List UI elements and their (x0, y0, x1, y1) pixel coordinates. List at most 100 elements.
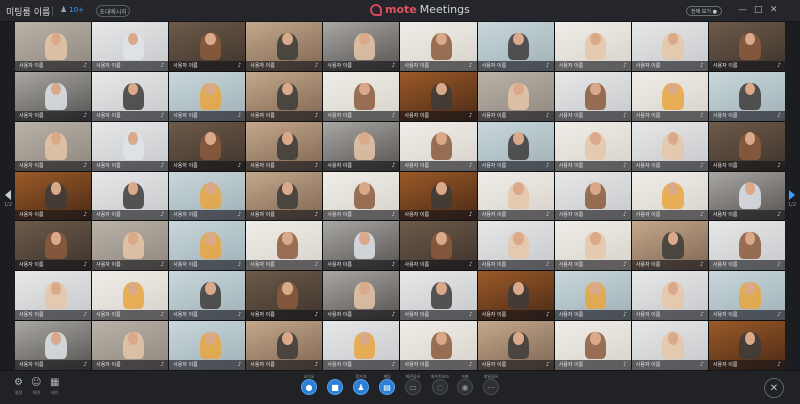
participant-tile[interactable]: 사용자 이름 ♪ (708, 221, 785, 271)
whiteboard-button[interactable]: 화이트보드 ◌ (431, 374, 449, 395)
participant-tile[interactable]: 사용자 이름 ♪ (400, 22, 477, 71)
participant-tile[interactable]: 사용자 이름 ♪ (92, 121, 169, 171)
mic-icon[interactable]: ♪ (546, 261, 550, 269)
participant-tile[interactable]: 사용자 이름 ♪ (554, 271, 631, 321)
participant-tile[interactable]: 사용자 이름 ♪ (15, 22, 92, 71)
mic-icon[interactable]: ♪ (777, 211, 781, 219)
invite-button[interactable]: 초대메시지 (96, 5, 130, 17)
mic-icon[interactable]: ♪ (315, 311, 319, 319)
mic-icon[interactable]: ♪ (160, 261, 164, 269)
record-button[interactable]: 녹화 ◉ (457, 374, 473, 395)
mic-icon[interactable]: ♪ (546, 311, 550, 319)
participant-tile[interactable]: 사용자 이름 ♪ (400, 221, 477, 271)
participant-tile[interactable]: 사용자 이름 ♪ (631, 271, 708, 321)
participant-tile[interactable]: 사용자 이름 ♪ (477, 71, 554, 121)
screen-share-button[interactable]: 화면공유 ▭ (405, 374, 421, 395)
participant-tile[interactable]: 사용자 이름 ♪ (554, 221, 631, 271)
mic-icon[interactable]: ♪ (623, 162, 627, 170)
mic-icon[interactable]: ♪ (160, 211, 164, 219)
mic-icon[interactable]: ♪ (237, 62, 241, 70)
mic-icon[interactable]: ♪ (160, 112, 164, 120)
mic-icon[interactable]: ♪ (83, 211, 87, 219)
maximize-button[interactable]: □ (754, 4, 763, 16)
participant-tile[interactable]: 사용자 이름 ♪ (169, 22, 246, 71)
participant-tile[interactable]: 사용자 이름 ♪ (631, 221, 708, 271)
participant-tile[interactable]: 사용자 이름 ♪ (708, 171, 785, 221)
mic-icon[interactable]: ♪ (777, 361, 781, 369)
mic-icon[interactable]: ♪ (777, 112, 781, 120)
participant-tile[interactable]: 사용자 이름 ♪ (631, 321, 708, 370)
mic-icon[interactable]: ♪ (315, 361, 319, 369)
participant-tile[interactable]: 사용자 이름 ♪ (15, 71, 92, 121)
mic-icon[interactable]: ♪ (160, 361, 164, 369)
mic-icon[interactable]: ♪ (700, 311, 704, 319)
mic-icon[interactable]: ♪ (546, 361, 550, 369)
mic-icon[interactable]: ♪ (469, 261, 473, 269)
mic-icon[interactable]: ♪ (469, 112, 473, 120)
mic-icon[interactable]: ♪ (83, 162, 87, 170)
mic-icon[interactable]: ♪ (237, 311, 241, 319)
mic-icon[interactable]: ♪ (315, 261, 319, 269)
mic-icon[interactable]: ♪ (623, 261, 627, 269)
mic-icon[interactable]: ♪ (392, 211, 396, 219)
mic-icon[interactable]: ♪ (392, 112, 396, 120)
mic-icon[interactable]: ♪ (469, 162, 473, 170)
participant-tile[interactable]: 사용자 이름 ♪ (92, 221, 169, 271)
participant-tile[interactable]: 사용자 이름 ♪ (554, 121, 631, 171)
mic-icon[interactable]: ♪ (469, 311, 473, 319)
mic-icon[interactable]: ♪ (160, 162, 164, 170)
participant-tile[interactable]: 사용자 이름 ♪ (246, 321, 323, 370)
participant-tile[interactable]: 사용자 이름 ♪ (477, 221, 554, 271)
mic-icon[interactable]: ♪ (777, 311, 781, 319)
participant-tile[interactable]: 사용자 이름 ♪ (323, 271, 400, 321)
participant-tile[interactable]: 사용자 이름 ♪ (169, 221, 246, 271)
participant-tile[interactable]: 사용자 이름 ♪ (554, 171, 631, 221)
participant-tile[interactable]: 사용자 이름 ♪ (631, 121, 708, 171)
prev-page-button[interactable]: 1/2 (1, 190, 15, 208)
participant-tile[interactable]: 사용자 이름 ♪ (15, 321, 92, 370)
participant-tile[interactable]: 사용자 이름 ♪ (400, 321, 477, 370)
gear-button[interactable]: ⚙ 설정 (14, 377, 23, 396)
mic-icon[interactable]: ♪ (315, 62, 319, 70)
participant-tile[interactable]: 사용자 이름 ♪ (169, 321, 246, 370)
participant-tile[interactable]: 사용자 이름 ♪ (708, 271, 785, 321)
mic-icon[interactable]: ♪ (546, 62, 550, 70)
mic-icon[interactable]: ♪ (83, 112, 87, 120)
mic-icon[interactable]: ♪ (160, 311, 164, 319)
participant-tile[interactable]: 사용자 이름 ♪ (631, 71, 708, 121)
participant-count[interactable]: ♟ 10+ (60, 5, 84, 14)
mic-icon[interactable]: ♪ (623, 211, 627, 219)
participant-tile[interactable]: 사용자 이름 ♪ (708, 121, 785, 171)
mic-icon[interactable]: ♪ (315, 112, 319, 120)
participant-tile[interactable]: 사용자 이름 ♪ (554, 22, 631, 71)
participant-tile[interactable]: 사용자 이름 ♪ (323, 221, 400, 271)
mic-icon[interactable]: ♪ (546, 162, 550, 170)
participant-tile[interactable]: 사용자 이름 ♪ (246, 221, 323, 271)
mic-icon[interactable]: ♪ (777, 62, 781, 70)
mic-icon[interactable]: ♪ (392, 361, 396, 369)
mic-icon[interactable]: ♪ (237, 112, 241, 120)
participant-tile[interactable]: 사용자 이름 ♪ (400, 271, 477, 321)
participant-tile[interactable]: 사용자 이름 ♪ (323, 321, 400, 370)
participant-tile[interactable]: 사용자 이름 ♪ (246, 71, 323, 121)
participant-tile[interactable]: 사용자 이름 ♪ (15, 121, 92, 171)
participant-tile[interactable]: 사용자 이름 ♪ (631, 22, 708, 71)
mic-icon[interactable]: ♪ (160, 62, 164, 70)
participant-tile[interactable]: 사용자 이름 ♪ (246, 121, 323, 171)
participant-tile[interactable]: 사용자 이름 ♪ (708, 71, 785, 121)
participant-tile[interactable]: 사용자 이름 ♪ (708, 321, 785, 370)
participant-tile[interactable]: 사용자 이름 ♪ (554, 321, 631, 370)
camera-button[interactable]: ■ (327, 374, 343, 395)
mic-icon[interactable]: ♪ (237, 361, 241, 369)
mic-icon[interactable]: ♪ (83, 311, 87, 319)
participants-button[interactable]: 참가자 ♟ (353, 374, 369, 395)
participant-tile[interactable]: 사용자 이름 ♪ (92, 321, 169, 370)
participant-tile[interactable]: 사용자 이름 ♪ (400, 171, 477, 221)
next-page-button[interactable]: 1/2 (785, 190, 799, 208)
participant-tile[interactable]: 사용자 이름 ♪ (169, 71, 246, 121)
participant-tile[interactable]: 사용자 이름 ♪ (15, 271, 92, 321)
participant-tile[interactable]: 사용자 이름 ♪ (15, 171, 92, 221)
mic-icon[interactable]: ♪ (623, 311, 627, 319)
exit-meeting-button[interactable]: ✕ (764, 378, 784, 398)
participant-tile[interactable]: 사용자 이름 ♪ (92, 71, 169, 121)
